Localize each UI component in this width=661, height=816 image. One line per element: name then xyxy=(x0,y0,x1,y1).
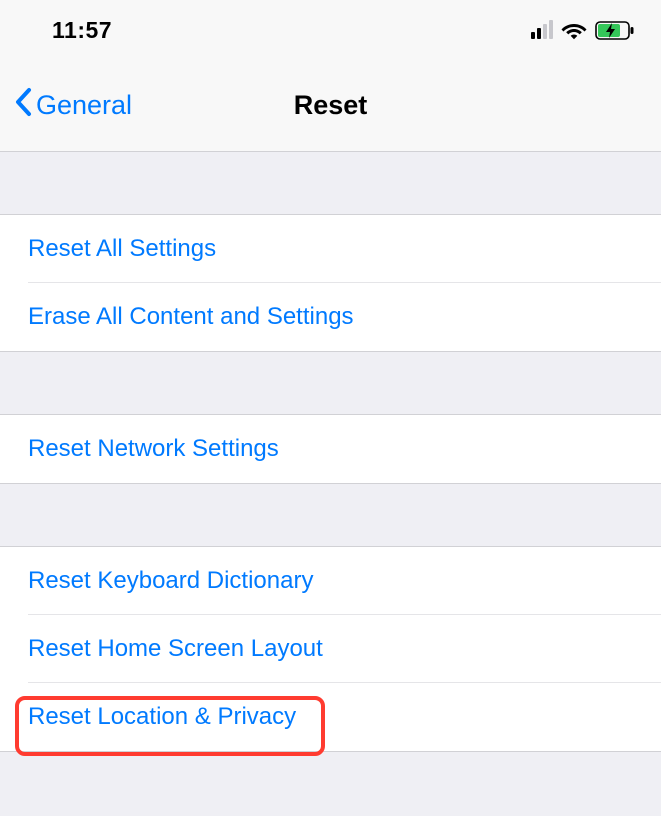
section-network: Reset Network Settings xyxy=(0,414,661,484)
section-spacer xyxy=(0,352,661,414)
wifi-icon xyxy=(561,21,587,40)
reset-home-screen-layout-button[interactable]: Reset Home Screen Layout xyxy=(0,615,661,683)
back-button[interactable]: General xyxy=(14,87,132,124)
battery-charging-icon xyxy=(595,21,635,40)
status-bar: 11:57 xyxy=(0,0,661,60)
back-label: General xyxy=(36,90,132,121)
reset-keyboard-dictionary-button[interactable]: Reset Keyboard Dictionary xyxy=(0,547,661,615)
status-indicators xyxy=(531,21,635,40)
chevron-left-icon xyxy=(14,87,32,124)
cell-label: Reset Home Screen Layout xyxy=(28,635,323,663)
reset-all-settings-button[interactable]: Reset All Settings xyxy=(0,215,661,283)
section-other-resets: Reset Keyboard Dictionary Reset Home Scr… xyxy=(0,546,661,752)
reset-network-settings-button[interactable]: Reset Network Settings xyxy=(0,415,661,483)
section-spacer xyxy=(0,484,661,546)
section-reset-erase: Reset All Settings Erase All Content and… xyxy=(0,214,661,352)
erase-all-content-button[interactable]: Erase All Content and Settings xyxy=(0,283,661,351)
cell-label: Reset Network Settings xyxy=(28,435,279,463)
navigation-bar: General Reset xyxy=(0,60,661,152)
reset-location-privacy-button[interactable]: Reset Location & Privacy xyxy=(0,683,661,751)
content-area: Reset All Settings Erase All Content and… xyxy=(0,214,661,752)
cell-label: Reset Location & Privacy xyxy=(28,703,296,731)
cell-label: Reset Keyboard Dictionary xyxy=(28,567,313,595)
status-time: 11:57 xyxy=(52,17,112,44)
cell-label: Reset All Settings xyxy=(28,235,216,263)
cell-label: Erase All Content and Settings xyxy=(28,303,354,331)
cellular-signal-icon xyxy=(531,21,553,39)
